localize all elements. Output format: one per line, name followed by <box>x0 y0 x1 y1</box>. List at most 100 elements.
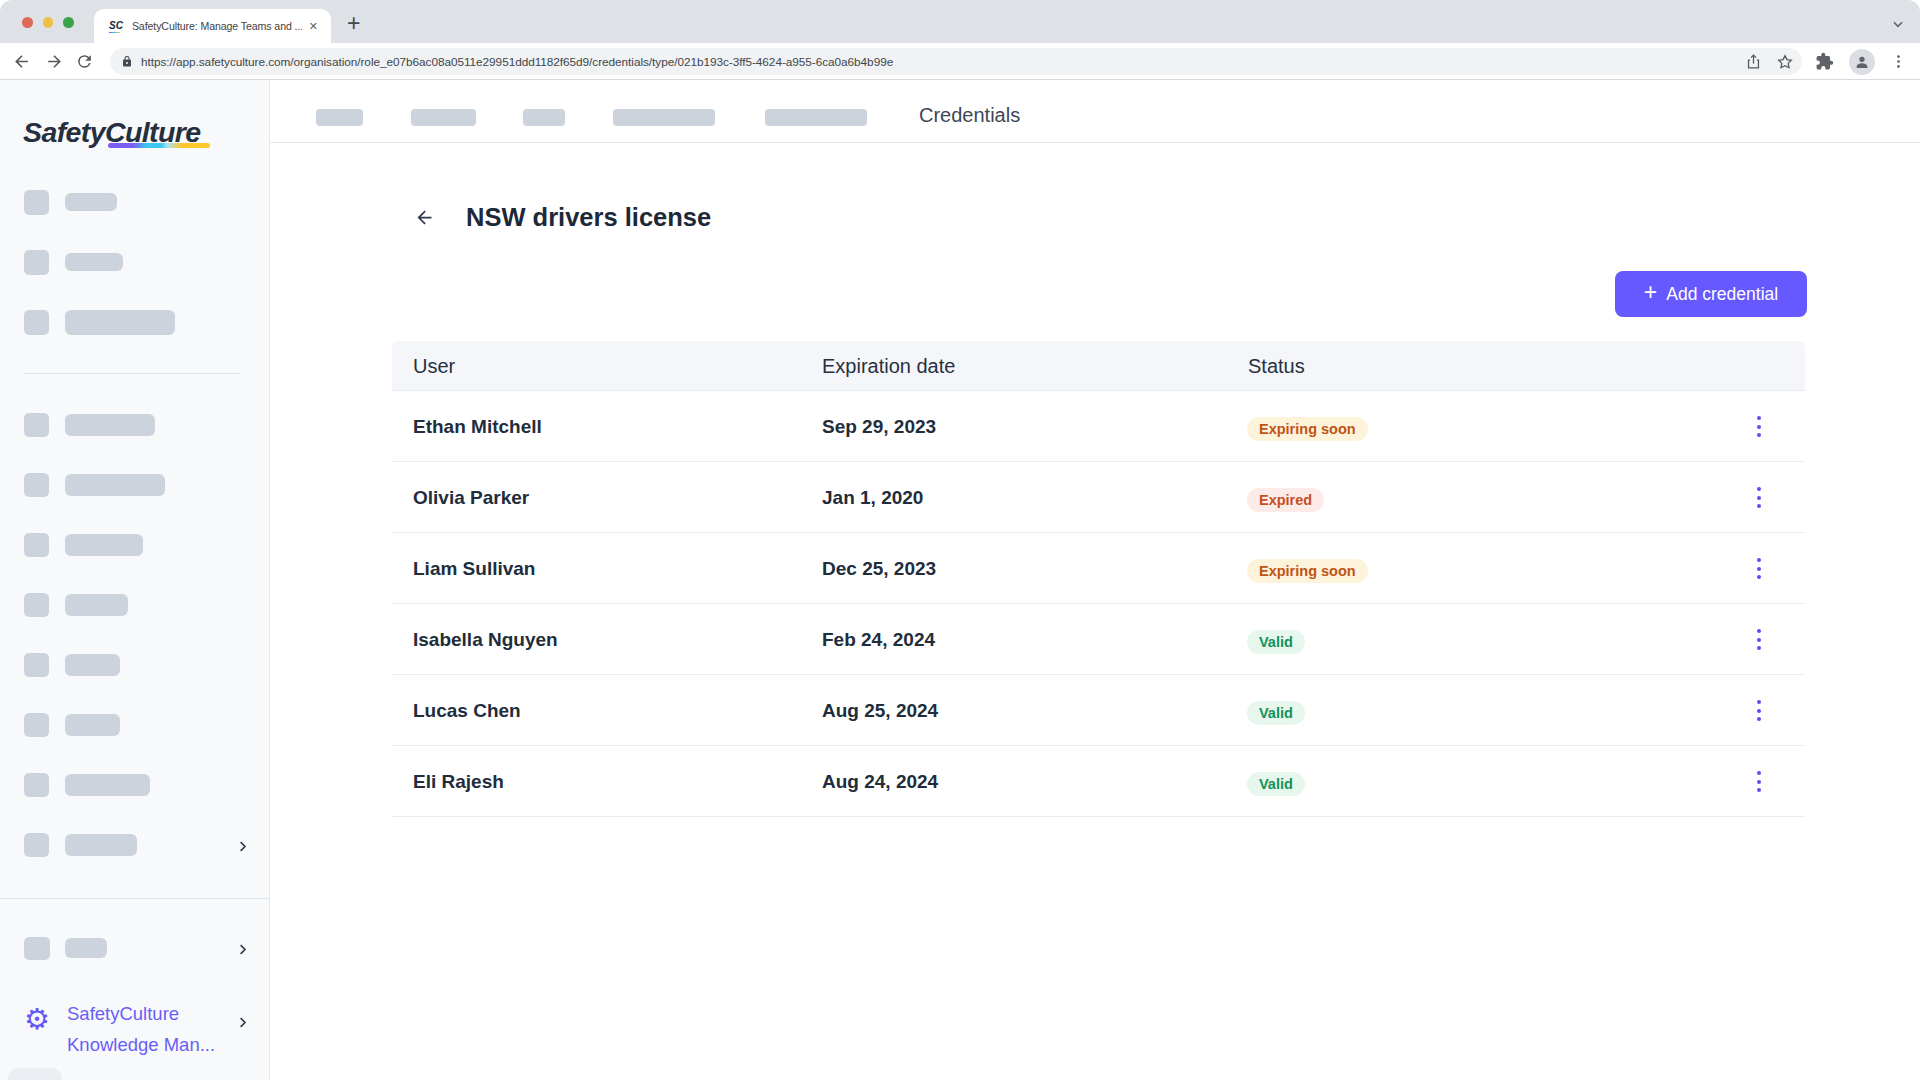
back-nav-icon[interactable] <box>12 52 31 71</box>
sidebar-skeleton-icon <box>24 310 49 335</box>
browser-window: SC SafetyCulture: Manage Teams and ... ✕… <box>0 0 1920 1080</box>
add-credential-button[interactable]: + Add credential <box>1615 271 1807 317</box>
sidebar-skeleton-icon <box>24 413 49 437</box>
sidebar-skeleton-bar <box>65 714 120 736</box>
extensions-puzzle-icon[interactable] <box>1815 52 1834 71</box>
table-row[interactable]: Olivia Parker Jan 1, 2020 Expired <box>392 462 1805 533</box>
chevron-right-icon[interactable] <box>235 942 250 957</box>
nav-skeleton-bar <box>523 109 565 126</box>
sidebar-divider <box>23 373 240 374</box>
sidebar-skeleton-icon <box>24 593 49 617</box>
sidebar-skeleton-icon <box>24 833 49 857</box>
table-header: User Expiration date Status <box>392 341 1805 391</box>
table-row[interactable]: Liam Sullivan Dec 25, 2023 Expiring soon <box>392 533 1805 604</box>
sidebar-skeleton-bar <box>65 654 120 676</box>
url-text[interactable]: https://app.safetyculture.com/organisati… <box>141 55 1731 69</box>
gear-icon: ⚙ <box>24 1005 50 1034</box>
nav-skeleton-bar <box>411 109 476 126</box>
sidebar-skeleton-bar <box>65 594 128 616</box>
user-cell: Liam Sullivan <box>413 533 535 604</box>
table-row[interactable]: Ethan Mitchell Sep 29, 2023 Expiring soo… <box>392 391 1805 462</box>
column-user: User <box>413 341 455 391</box>
plus-icon: + <box>1644 279 1657 306</box>
tab-credentials[interactable]: Credentials <box>919 80 1020 143</box>
sidebar-skeleton-icon <box>24 773 49 797</box>
forward-nav-icon[interactable] <box>45 52 64 71</box>
status-badge: Valid <box>1247 772 1305 796</box>
main-area: Credentials NSW drivers license + Add cr… <box>270 80 1920 1080</box>
user-cell: Eli Rajesh <box>413 746 504 817</box>
browser-tab[interactable]: SC SafetyCulture: Manage Teams and ... ✕ <box>94 9 331 43</box>
safetyculture-favicon-icon: SC <box>109 21 123 31</box>
expiration-cell: Dec 25, 2023 <box>822 533 936 604</box>
row-menu-kebab-icon[interactable] <box>1745 700 1773 721</box>
tab-strip: SC SafetyCulture: Manage Teams and ... ✕… <box>0 0 1920 43</box>
sidebar-bottom-card <box>8 1068 62 1080</box>
table-row[interactable]: Lucas Chen Aug 25, 2024 Valid <box>392 675 1805 746</box>
reload-icon[interactable] <box>75 52 94 71</box>
lock-icon[interactable] <box>121 55 133 68</box>
sidebar-skeleton-bar <box>65 834 137 856</box>
user-cell: Lucas Chen <box>413 675 521 746</box>
expiration-cell: Jan 1, 2020 <box>822 462 923 533</box>
column-expiration-date: Expiration date <box>822 341 955 391</box>
user-cell: Ethan Mitchell <box>413 391 542 462</box>
sidebar-skeleton-icon <box>24 653 49 677</box>
row-menu-kebab-icon[interactable] <box>1745 558 1773 579</box>
browser-profile-avatar[interactable] <box>1849 49 1875 75</box>
expiration-cell: Aug 25, 2024 <box>822 675 938 746</box>
tab-close-icon[interactable]: ✕ <box>309 20 318 33</box>
expiration-cell: Sep 29, 2023 <box>822 391 936 462</box>
back-arrow-icon[interactable] <box>414 207 435 228</box>
sidebar-skeleton-bar <box>65 474 165 496</box>
user-cell: Olivia Parker <box>413 462 529 533</box>
browser-menu-icon[interactable] <box>1890 53 1907 70</box>
chevron-right-icon[interactable] <box>235 1015 250 1030</box>
address-bar[interactable]: https://app.safetyculture.com/organisati… <box>110 48 1802 75</box>
sidebar-skeleton-bar <box>65 193 117 211</box>
table-row[interactable]: Eli Rajesh Aug 24, 2024 Valid <box>392 746 1805 817</box>
sidebar-skeleton-bar <box>65 534 143 556</box>
bookmark-star-icon[interactable] <box>1776 53 1794 71</box>
browser-toolbar: https://app.safetyculture.com/organisati… <box>0 43 1920 80</box>
sidebar-skeleton-icon <box>24 713 49 737</box>
sidebar-skeleton-bar <box>65 414 155 436</box>
top-nav: Credentials <box>270 80 1920 143</box>
row-menu-kebab-icon[interactable] <box>1745 416 1773 437</box>
share-icon[interactable] <box>1745 53 1762 70</box>
new-tab-button[interactable]: + <box>347 11 360 35</box>
sidebar-skeleton-icon <box>24 473 49 497</box>
logo-gradient-underline <box>108 143 210 148</box>
nav-skeleton-bar <box>613 109 715 126</box>
sidebar-item-knowledge-base[interactable]: SafetyCulture Knowledge Man... <box>67 998 215 1060</box>
table-row[interactable]: Isabella Nguyen Feb 24, 2024 Valid <box>392 604 1805 675</box>
row-menu-kebab-icon[interactable] <box>1745 771 1773 792</box>
chevron-right-icon[interactable] <box>235 839 250 854</box>
column-status: Status <box>1248 341 1305 391</box>
nav-skeleton-bar <box>316 109 363 126</box>
sidebar-skeleton-bar <box>65 310 175 335</box>
minimize-window-button[interactable] <box>43 17 54 28</box>
sidebar-skeleton-bar <box>65 253 123 271</box>
row-menu-kebab-icon[interactable] <box>1745 487 1773 508</box>
status-badge: Valid <box>1247 701 1305 725</box>
status-badge: Expiring soon <box>1247 559 1368 583</box>
sidebar-skeleton-icon <box>24 190 49 215</box>
status-badge: Expiring soon <box>1247 417 1368 441</box>
expiration-cell: Feb 24, 2024 <box>822 604 935 675</box>
sidebar-skeleton-icon <box>24 533 49 557</box>
credentials-table: User Expiration date Status Ethan Mitche… <box>392 341 1805 817</box>
maximize-window-button[interactable] <box>63 17 74 28</box>
sidebar-skeleton-icon <box>24 937 50 960</box>
traffic-lights <box>22 17 74 28</box>
expiration-cell: Aug 24, 2024 <box>822 746 938 817</box>
sidebar-skeleton-bar <box>65 938 107 958</box>
close-window-button[interactable] <box>22 17 33 28</box>
sidebar-skeleton-bar <box>65 774 150 796</box>
tab-search-chevron-icon[interactable] <box>1891 17 1905 35</box>
user-cell: Isabella Nguyen <box>413 604 558 675</box>
sidebar: SafetyCulture <box>0 80 270 1080</box>
row-menu-kebab-icon[interactable] <box>1745 629 1773 650</box>
sidebar-bottom-divider <box>0 898 270 899</box>
nav-skeleton-bar <box>765 109 867 126</box>
